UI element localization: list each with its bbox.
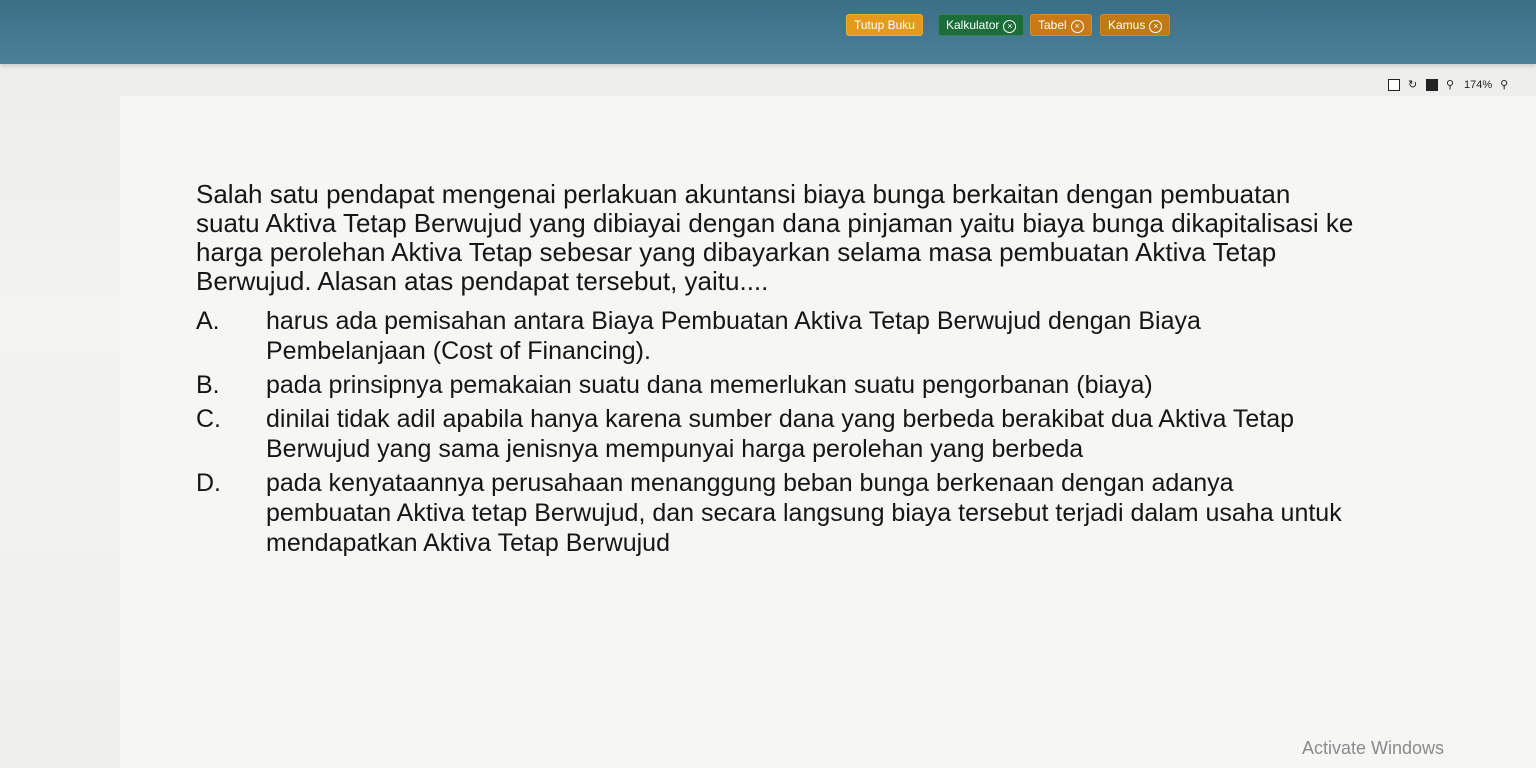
close-book-label: Tutup Buku [854,18,915,32]
option-d[interactable]: D. pada kenyataannya perusahaan menanggu… [196,468,1360,558]
table-label: Tabel [1038,18,1067,32]
zoom-level: 174% [1464,79,1493,91]
activate-windows-watermark: Activate Windows [1302,738,1445,758]
question-stem: Salah satu pendapat mengenai perlakuan a… [196,179,1354,296]
viewer-tools: ↻ ⚲ 174% ⚲ [1388,76,1510,94]
option-b[interactable]: B. pada prinsipnya pemakaian suatu dana … [196,370,1360,400]
option-text: dinilai tidak adil apabila hanya karena … [266,405,1295,463]
answer-options: A. harus ada pemisahan antara Biaya Pemb… [196,306,1360,558]
top-toolbar: Tutup Buku Kalkulator × Tabel × Kamus × [0,0,1536,64]
option-text: pada prinsipnya pemakaian suatu dana mem… [266,371,1153,399]
option-letter: C. [196,405,221,433]
option-letter: B. [196,371,220,399]
option-text: harus ada pemisahan antara Biaya Pembuat… [266,307,1201,365]
close-icon: × [1149,20,1163,33]
fit-page-icon[interactable] [1426,79,1438,91]
close-icon: × [1003,20,1017,33]
zoom-out-icon[interactable]: ⚲ [1446,80,1456,91]
table-button[interactable]: Tabel × [1030,14,1092,36]
option-letter: D. [196,469,221,497]
option-c[interactable]: C. dinilai tidak adil apabila hanya kare… [196,404,1360,464]
close-icon: × [1070,20,1084,33]
dictionary-button[interactable]: Kamus × [1100,14,1171,36]
option-a[interactable]: A. harus ada pemisahan antara Biaya Pemb… [196,306,1360,366]
zoom-in-icon[interactable]: ⚲ [1500,80,1510,91]
rotate-icon[interactable]: ↻ [1408,80,1418,91]
dictionary-label: Kamus [1108,18,1146,32]
question-block: Salah satu pendapat mengenai perlakuan a… [196,180,1360,562]
close-book-button[interactable]: Tutup Buku [846,14,923,36]
option-text: pada kenyataannya perusahaan menanggung … [266,469,1342,557]
calculator-label: Kalkulator [946,18,1000,32]
page-icon[interactable] [1388,79,1400,91]
calculator-button[interactable]: Kalkulator × [938,14,1025,36]
option-letter: A. [196,307,220,335]
